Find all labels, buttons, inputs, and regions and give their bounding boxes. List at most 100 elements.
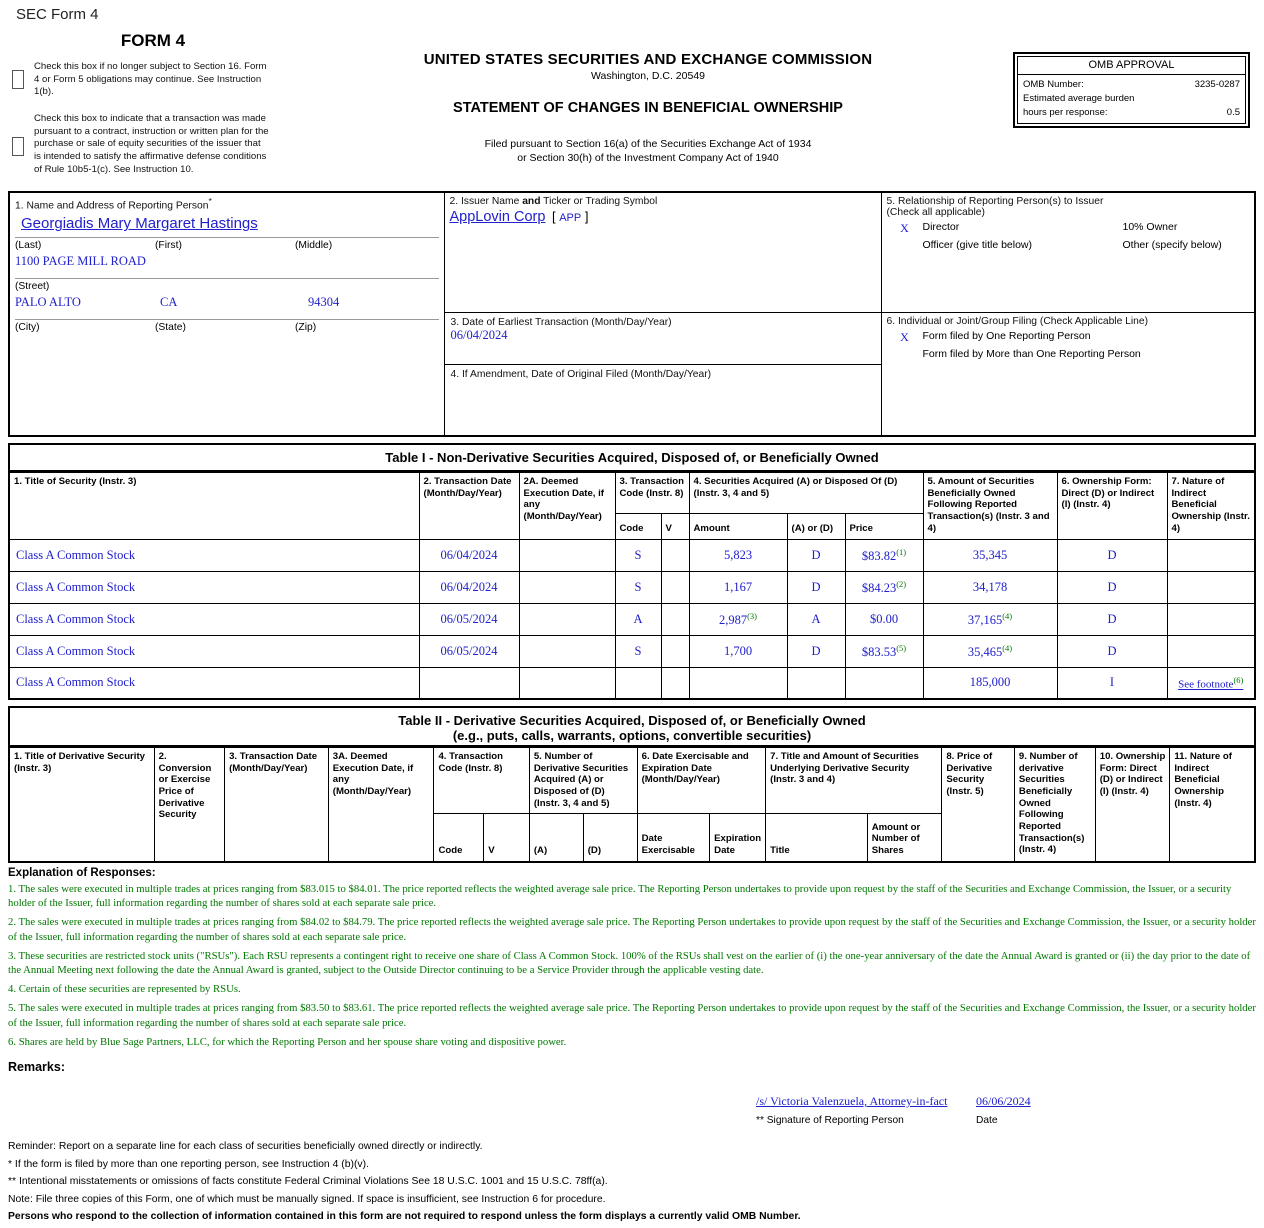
securities-owned-cell: 35,465(4) [922, 634, 1058, 669]
price-cell: $83.53(5) [844, 634, 924, 669]
table2-title-line2: (e.g., puts, calls, warrants, options, c… [452, 727, 812, 743]
t2-h-transaction-code: 4. Transaction Code (Instr. 8) [433, 746, 530, 815]
filed-by-one-reporting-person-label: Form filed by One Reporting Person [922, 330, 1091, 342]
table2-title-line1: Table II - Derivative Securities Acquire… [398, 712, 866, 728]
signature-block: /s/ Victoria Valenzuela, Attorney-in-fac… [8, 1092, 1256, 1126]
t1-h-transaction-date: 2. Transaction Date (Month/Day/Year) [418, 472, 520, 540]
t1-h-title: 1. Title of Security (Instr. 3) [8, 472, 420, 540]
rule-10b5-1c-plan-checkbox[interactable] [12, 136, 24, 156]
amount-cell [688, 667, 788, 700]
t1-h-v: V [660, 512, 690, 540]
deemed-execution-date-cell [518, 602, 616, 636]
sec-form-label: SEC Form 4 [16, 6, 99, 23]
reporting-person-state: CA [160, 295, 178, 310]
header-checkbox-group: Check this box if no longer subject to S… [8, 61, 1256, 181]
v-cell [660, 667, 690, 700]
transaction-date-cell: 06/05/2024 [418, 634, 520, 669]
box4-label: 4. If Amendment, Date of Original Filed … [450, 369, 712, 380]
t2-h-conversion-price: 2. Conversion or Exercise Price of Deriv… [153, 746, 226, 863]
amount-cell: 2,987(3) [688, 602, 788, 636]
footnote-item: 2. The sales were executed in multiple t… [8, 916, 1256, 943]
checkbox-row-no-longer-subject: Check this box if no longer subject to S… [8, 61, 1256, 99]
transaction-code-cell: S [614, 634, 662, 669]
one-reporting-person-mark[interactable]: X [887, 330, 923, 345]
t1-h-securities-acquired-disposed: 4. Securities Acquired (A) or Disposed O… [688, 472, 924, 514]
footnotes-list: 1. The sales were executed in multiple t… [8, 882, 1256, 1049]
box1-label: 1. Name and Address of Reporting Person [15, 200, 209, 212]
ownership-form-cell: D [1056, 538, 1168, 572]
transaction-code-cell: S [614, 538, 662, 572]
security-title-link[interactable]: Class A Common Stock [16, 675, 135, 689]
security-title-link[interactable]: Class A Common Stock [16, 580, 135, 594]
acquired-disposed-cell: D [786, 634, 846, 669]
relationship-other-label: Other (specify below) [1122, 239, 1222, 251]
t2-h-d: (D) [582, 813, 638, 863]
box2-label-part2: Ticker or Trading Symbol [540, 196, 658, 207]
t2-h-deemed-execution-date: 3A. Deemed Execution Date, if any (Month… [327, 746, 435, 863]
table1-non-derivative: 1. Title of Security (Instr. 3) 2. Trans… [8, 472, 1256, 700]
signature-link[interactable]: /s/ Victoria Valenzuela, Attorney-in-fac… [756, 1094, 947, 1108]
box1-sub-zip: (Zip) [295, 322, 317, 334]
transaction-date-cell: 06/05/2024 [418, 602, 520, 636]
acquired-disposed-cell [786, 667, 846, 700]
t2-h-date-exercisable: Date Exercisable [636, 813, 711, 863]
t2-h-number-securities: 5. Number of Derivative Securities Acqui… [528, 746, 638, 815]
rule-10b5-1c-plan-label: Check this box to indicate that a transa… [34, 112, 269, 175]
acquired-disposed-cell: D [786, 570, 846, 604]
table1-title: Table I - Non-Derivative Securities Acqu… [385, 450, 879, 465]
t1-h-nature-indirect-ownership: 7. Nature of Indirect Beneficial Ownersh… [1166, 472, 1256, 540]
filed-by-more-than-one-reporting-person-label: Form filed by More than One Reporting Pe… [922, 348, 1141, 360]
security-title-link[interactable]: Class A Common Stock [16, 612, 135, 626]
no-longer-subject-section16-label: Check this box if no longer subject to S… [34, 61, 267, 98]
box2-label-and: and [522, 196, 541, 207]
price-cell: $0.00 [844, 602, 924, 636]
t2-h-nature-indirect-ownership: 11. Nature of Indirect Beneficial Owners… [1169, 746, 1256, 863]
signature-date-caption: Date [976, 1115, 998, 1127]
security-title-link[interactable]: Class A Common Stock [16, 548, 135, 562]
table2-derivative: 1. Title of Derivative Security (Instr. … [8, 746, 1256, 863]
deemed-execution-date-cell [518, 634, 616, 669]
t2-h-code: Code [433, 813, 485, 863]
footer-line: Note: File three copies of this Form, on… [8, 1193, 606, 1205]
footer-omb-notice: Persons who respond to the collection of… [8, 1211, 801, 1223]
security-title-cell: Class A Common Stock [8, 667, 420, 700]
earliest-transaction-date-value: 06/04/2024 [450, 328, 508, 342]
issuer-name-link[interactable]: AppLovin Corp [450, 209, 546, 225]
signature-date[interactable]: 06/06/2024 [976, 1094, 1031, 1108]
box3-label: 3. Date of Earliest Transaction (Month/D… [450, 317, 672, 328]
nature-indirect-cell [1166, 570, 1256, 604]
issuer-ticker: APP [559, 212, 582, 224]
officer-checkbox-mark[interactable] [887, 239, 923, 251]
no-longer-subject-section16-checkbox[interactable] [12, 70, 24, 89]
footnote-item: 6. Shares are held by Blue Sage Partners… [8, 1035, 567, 1048]
amount-cell: 1,167 [688, 570, 788, 604]
director-checkbox-mark[interactable]: X [887, 221, 923, 236]
t1-h-amount: Amount [688, 512, 788, 540]
price-cell: $84.23(2) [844, 570, 924, 604]
t1-h-amount-owned-following: 5. Amount of Securities Beneficially Own… [922, 472, 1058, 540]
reporting-person-name-link[interactable]: Georgiadis Mary Margaret Hastings [21, 215, 258, 232]
box1-sub-street: (Street) [15, 281, 50, 293]
ownership-form-cell: D [1056, 602, 1168, 636]
transaction-code-cell: A [614, 602, 662, 636]
ownership-form-cell: D [1056, 634, 1168, 669]
ownership-form-cell: D [1056, 570, 1168, 604]
box5-label-line2: (Check all applicable) [886, 207, 985, 218]
box3-earliest-transaction-date: 3. Date of Earliest Transaction (Month/D… [444, 313, 881, 365]
reporting-person-street: 1100 PAGE MILL ROAD [15, 254, 146, 269]
security-title-link[interactable]: Class A Common Stock [16, 644, 135, 658]
table-row: Class A Common Stock 06/05/2024 A 2,987(3) A… [8, 602, 1256, 636]
footnote-item: 4. Certain of these securities are repre… [8, 983, 241, 996]
t2-h-underlying-securities: 7. Title and Amount of Securities Underl… [765, 746, 943, 815]
box5-label-line1: 5. Relationship of Reporting Person(s) t… [886, 196, 1104, 207]
t2-h-date-exercisable-expiration: 6. Date Exercisable and Expiration Date … [636, 746, 767, 815]
t2-h-underlying-title: Title [765, 813, 868, 863]
box5-relationship: 5. Relationship of Reporting Person(s) t… [880, 191, 1256, 313]
more-than-one-reporting-person-mark[interactable] [887, 348, 923, 360]
box6-label: 6. Individual or Joint/Group Filing (Che… [886, 316, 1149, 327]
securities-owned-cell: 35,345 [922, 538, 1058, 572]
signature-caption: ** Signature of Reporting Person [756, 1115, 904, 1127]
t1-h-deemed-execution-date: 2A. Deemed Execution Date, if any (Month… [518, 472, 616, 540]
box2-label-part1: 2. Issuer Name [449, 196, 523, 207]
table1-body: Class A Common Stock 06/04/2024 S 5,823 D $83… [8, 538, 1256, 700]
